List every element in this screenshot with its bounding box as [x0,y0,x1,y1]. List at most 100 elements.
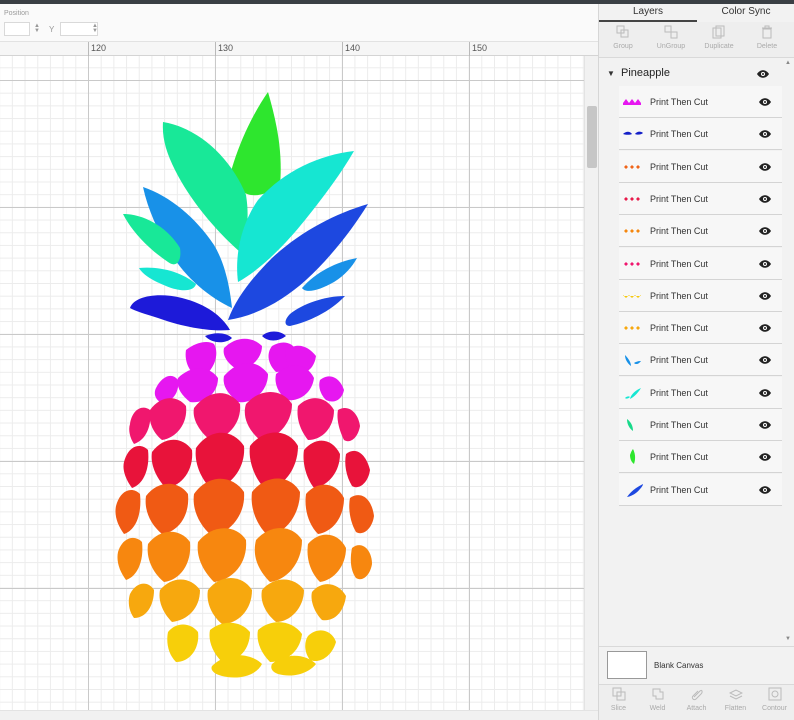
eye-icon[interactable] [758,97,772,107]
y-stepper-icon[interactable]: ▲ ▼ [92,23,98,34]
layer-label: Print Then Cut [650,97,708,107]
eye-icon[interactable] [758,355,772,365]
contour-icon [768,687,781,701]
flatten-button[interactable]: Flatten [716,687,755,719]
eye-icon[interactable] [758,323,772,333]
leaf-blue-dark-left[interactable] [130,295,230,331]
eye-icon[interactable] [758,194,772,204]
scroll-down-icon[interactable]: ▼ [785,636,791,642]
scrollbar-thumb[interactable] [587,106,597,168]
eye-icon[interactable] [758,129,772,139]
group-button[interactable]: Group [599,25,647,57]
eye-icon[interactable] [758,259,772,269]
layer-thumbnail [624,326,640,331]
delete-button[interactable]: Delete [743,25,791,57]
panel-scrollbar[interactable]: ▲ ▼ [782,58,794,646]
layer-label: Print Then Cut [650,290,708,301]
layer-item[interactable]: Print Then Cut [619,473,782,506]
duplicate-icon [712,25,725,39]
layer-item[interactable]: Print Then Cut [619,86,782,118]
layer-label: Print Then Cut [650,226,708,237]
layer-thumbnail [623,294,641,298]
layer-thumbnail [623,131,643,136]
scales-red[interactable] [123,432,370,491]
layer-item[interactable]: Print Then Cut [619,409,782,441]
layer-item[interactable]: Print Then Cut [619,247,782,280]
ungroup-button[interactable]: UnGroup [647,25,695,57]
blank-canvas-row[interactable]: Blank Canvas [599,646,794,684]
trash-icon [762,25,772,39]
group-icon [616,25,629,38]
eye-icon[interactable] [758,388,772,398]
x-stepper-icon[interactable]: ▲ ▼ [34,23,40,34]
layer-thumbnail [623,99,641,105]
layer-item[interactable]: Print Then Cut [619,344,782,377]
layer-item[interactable]: Print Then Cut [619,376,782,409]
layer-item[interactable]: Print Then Cut [619,215,782,248]
x-field[interactable] [4,22,30,36]
layer-thumbnail [624,229,640,234]
layer-item[interactable]: Print Then Cut [619,441,782,474]
layer-label: Print Then Cut [650,258,708,269]
ungroup-label: UnGroup [656,43,686,50]
layer-item[interactable]: Print Then Cut [619,279,782,312]
blank-canvas-label: Blank Canvas [654,661,704,670]
ruler-label: 120 [91,43,107,53]
layer-thumbnail [630,449,636,465]
layer-label: Print Then Cut [650,484,708,495]
layers-list: ▼ Pineapple Print Then Cut Print Then Cut… [599,58,782,646]
layer-group-pineapple[interactable]: ▼ Pineapple [599,62,782,86]
slice-icon [612,687,625,701]
eye-icon[interactable] [758,226,772,236]
layer-label: Print Then Cut [650,387,708,398]
eye-icon[interactable] [758,452,772,462]
scroll-up-icon[interactable]: ▲ [785,60,791,66]
slice-button[interactable]: Slice [599,687,638,719]
position-toolbar: Position ▲ ▼ Y ▲ ▼ [0,4,598,42]
canvas-swatch[interactable] [607,651,647,679]
leaf-stub-right[interactable] [262,331,286,341]
delete-label: Delete [756,43,778,50]
scales-magenta[interactable] [154,338,344,403]
caret-down-icon[interactable]: ▼ [607,69,615,78]
position-label: Position [4,10,29,17]
layer-item[interactable]: Print Then Cut [619,118,782,151]
layer-thumbnail [625,387,641,399]
group-label: Group [613,43,633,50]
tab-layers[interactable]: Layers [599,4,697,22]
layer-item[interactable]: Print Then Cut [619,182,782,215]
layer-thumbnail [624,261,640,266]
design-canvas[interactable] [0,56,584,710]
scales-orange[interactable] [115,478,374,537]
pineapple-design[interactable] [0,56,584,710]
leaf-blue-right-low[interactable] [285,296,346,326]
eye-icon[interactable] [758,291,772,301]
layer-tools: Group UnGroup Duplicate Delete [599,22,794,58]
combine-tools: Slice Weld Attach Flatten Contour [599,684,794,720]
layer-item[interactable]: Print Then Cut [619,312,782,345]
scales-yellow[interactable] [167,622,336,678]
duplicate-button[interactable]: Duplicate [695,25,743,57]
eye-icon[interactable] [758,420,772,430]
eye-icon[interactable] [756,69,770,79]
contour-button[interactable]: Contour [755,687,794,719]
layer-item[interactable]: Print Then Cut [619,150,782,183]
ruler-tick [215,42,216,56]
layer-label: Print Then Cut [650,355,708,366]
eye-icon[interactable] [758,162,772,172]
scales-amber[interactable] [117,528,372,582]
leaf-stub-left[interactable] [205,333,232,343]
layer-label: Print Then Cut [650,193,708,204]
ruler-label: 130 [218,43,234,53]
scales-yellow-amber[interactable] [128,578,346,624]
attach-button[interactable]: Attach [677,687,716,719]
canvas-horizontal-scrollbar[interactable] [0,710,598,720]
canvas-vertical-scrollbar[interactable] [584,56,598,710]
weld-button[interactable]: Weld [638,687,677,719]
flatten-icon [728,689,743,700]
layer-label: Print Then Cut [650,323,708,334]
weld-label: Weld [649,705,666,712]
layer-thumbnail [624,196,640,201]
tab-color-sync[interactable]: Color Sync [697,4,794,22]
eye-icon[interactable] [758,485,772,495]
